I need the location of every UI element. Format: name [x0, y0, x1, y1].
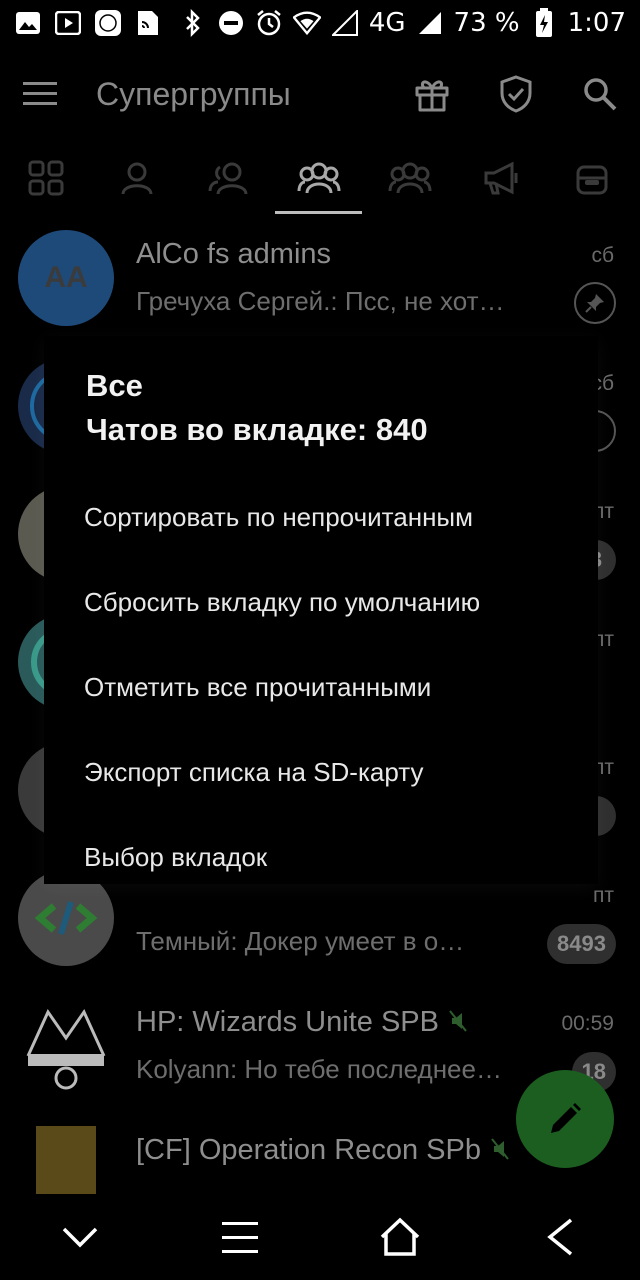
two-users-icon [208, 162, 247, 195]
chat-time: пт [593, 884, 614, 907]
mute-icon [449, 1007, 467, 1040]
dnd-icon [217, 9, 245, 37]
group-alt-icon [388, 162, 431, 194]
signal-icon [331, 9, 359, 37]
back-icon [547, 1218, 573, 1256]
menu-item-reset-tab[interactable]: Сбросить вкладку по умолчанию [84, 587, 480, 618]
menu-button[interactable] [20, 74, 60, 114]
recents-icon [222, 1222, 258, 1253]
gallery-icon [14, 9, 42, 37]
bluetooth-icon [179, 9, 207, 37]
menu-item-sort-unread[interactable]: Сортировать по непрочитанным [84, 502, 473, 533]
hamburger-icon [23, 82, 57, 105]
group-icon [297, 162, 340, 194]
tab-groups[interactable] [182, 142, 273, 214]
search-button[interactable] [580, 74, 620, 114]
popup-title: Все [86, 368, 143, 403]
popup-subtitle: Чатов во вкладке: 840 [86, 412, 428, 447]
alarm-icon [255, 9, 283, 37]
chat-time: сб [591, 244, 614, 267]
chat-time: 00:59 [561, 1012, 614, 1035]
system-nav-bar [0, 1194, 640, 1280]
menu-item-mark-all-read[interactable]: Отметить все прочитанными [84, 672, 431, 703]
gift-button[interactable] [412, 74, 452, 114]
chat-name: HP: Wizards Unite SPB [136, 1006, 467, 1040]
chat-name: AlCo fs admins [136, 238, 332, 270]
tab-channels[interactable] [455, 142, 546, 214]
tab-supergroups-alt[interactable] [364, 142, 455, 214]
chat-message: Темный: Докер умеет в о… [136, 926, 465, 956]
sim-icon [134, 9, 162, 37]
search-icon [584, 78, 617, 111]
avatar [18, 998, 114, 1094]
page-title: Супергруппы [96, 75, 291, 112]
chat-message: Гречуха Сергей.: Псс, не хот… [136, 286, 505, 316]
youtube-icon [54, 9, 82, 37]
battery-percent: 73 % [453, 8, 520, 38]
chevron-down-icon [62, 1227, 98, 1248]
app-bar: Супергруппы [0, 46, 640, 142]
shield-button[interactable] [496, 74, 536, 114]
mute-icon [491, 1135, 509, 1168]
avatar-initials: AA [44, 261, 88, 294]
tab-users[interactable] [91, 142, 182, 214]
nav-back-button[interactable] [530, 1207, 590, 1267]
chat-name: [CF] Operation Recon SPb [136, 1134, 509, 1168]
tab-options-popup: Все Чатов во вкладке: 840 Сортировать по… [44, 336, 598, 884]
signal-strength-icon [416, 9, 444, 37]
gift-icon [415, 80, 449, 112]
tab-supergroups[interactable] [273, 142, 364, 214]
menu-item-select-tabs[interactable]: Выбор вкладок [84, 842, 267, 873]
clock: 1:07 [567, 8, 626, 38]
tab-bots[interactable] [546, 142, 637, 214]
wifi-icon [292, 9, 321, 37]
megaphone-icon [484, 161, 517, 195]
tab-all[interactable] [0, 142, 91, 214]
unread-badge: 8493 [547, 924, 616, 964]
avatar: AA [18, 230, 114, 326]
filter-tabs [0, 142, 640, 214]
battery-icon [530, 8, 558, 37]
grid-icon [28, 160, 63, 196]
nav-home-button[interactable] [370, 1207, 430, 1267]
compose-button[interactable] [516, 1070, 614, 1168]
nav-down-button[interactable] [50, 1207, 110, 1267]
user-icon [121, 162, 152, 195]
menu-item-export-sd[interactable]: Экспорт списка на SD-карту [84, 757, 423, 788]
list-item[interactable]: AA AlCo fs admins Гречуха Сергей.: Псс, … [0, 214, 640, 342]
chat-message: Kolyann: Но тебе последнее… [136, 1054, 502, 1084]
shield-check-icon [500, 75, 532, 113]
bot-icon [576, 165, 607, 195]
mi-icon [94, 9, 122, 37]
home-icon [380, 1217, 420, 1256]
network-type: 4G [368, 8, 406, 38]
pencil-icon [551, 1103, 581, 1133]
avatar [18, 870, 114, 966]
status-bar: 4G 73 % 1:07 [0, 0, 640, 46]
nav-recents-button[interactable] [210, 1207, 270, 1267]
pin-icon [574, 282, 616, 324]
